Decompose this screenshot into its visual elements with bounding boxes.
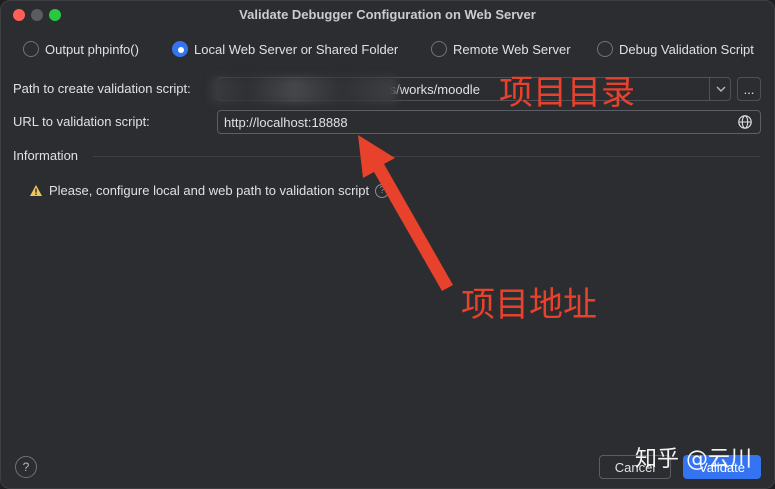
watermark: 知乎 @云川: [635, 447, 752, 472]
annotation-arrow: [358, 135, 453, 291]
annotation-project-address: 项目地址: [461, 285, 597, 325]
annotation-project-directory: 项目目录: [499, 73, 635, 113]
dialog-window: Validate Debugger Configuration on Web S…: [0, 0, 775, 489]
